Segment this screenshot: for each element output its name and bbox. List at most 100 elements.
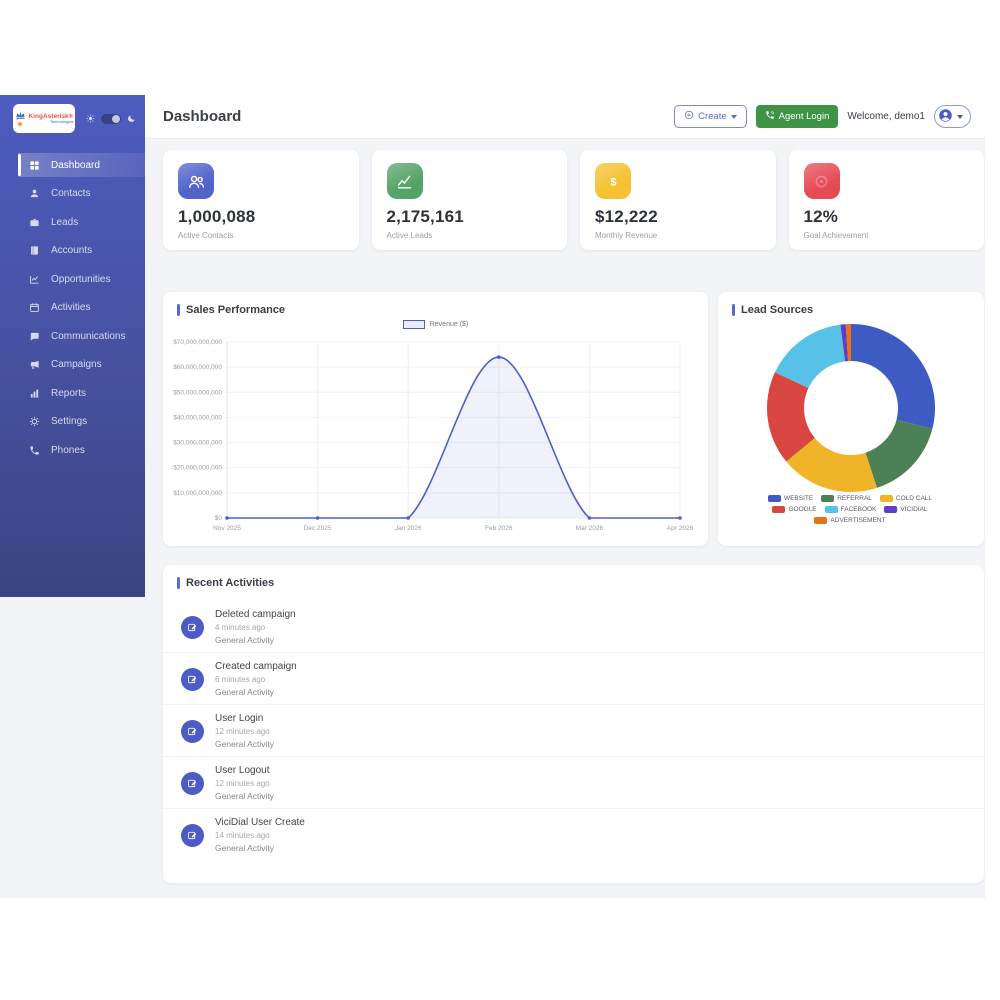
sidebar-item-label: Communications <box>51 331 125 342</box>
sidebar-item-phones[interactable]: Phones <box>18 438 145 462</box>
svg-text:Jan 2026: Jan 2026 <box>395 525 422 532</box>
activity-time: 14 minutes ago <box>215 831 305 840</box>
legend-swatch <box>768 495 781 502</box>
agent-login-label: Agent Login <box>779 111 830 122</box>
donut-legend: WEBSITE REFERRAL COLD CALL GOOGLE FACEBOOK VI… <box>745 495 955 528</box>
recent-activities-title: Recent Activities <box>163 565 984 589</box>
sidebar-item-reports[interactable]: Reports <box>18 381 145 405</box>
activity-row: ViciDial User Create14 minutes agoGenera… <box>163 809 984 860</box>
svg-text:$70,000,000,000: $70,000,000,000 <box>173 339 222 346</box>
note-edit-icon <box>181 668 204 691</box>
sidebar-item-dashboard[interactable]: Dashboard <box>18 153 145 177</box>
megaphone-icon <box>29 359 40 370</box>
activity-title: Deleted campaign <box>215 609 296 620</box>
donut-legend-item-website[interactable]: WEBSITE <box>768 495 813 502</box>
sidebar-item-leads[interactable]: Leads <box>18 210 145 234</box>
sidebar-item-communications[interactable]: Communications <box>18 324 145 348</box>
sidebar-item-campaigns[interactable]: Campaigns <box>18 353 145 377</box>
person-circle-icon <box>938 108 953 126</box>
sidebar-item-label: Contacts <box>51 188 90 199</box>
activity-row: User Logout12 minutes agoGeneral Activit… <box>163 757 984 809</box>
legend-swatch <box>772 506 785 513</box>
stat-value: 12% <box>804 207 970 227</box>
topbar-actions: Create Agent Login Welcome, demo1 <box>674 105 971 128</box>
svg-text:Apr 2026: Apr 2026 <box>667 525 694 532</box>
stat-value: 2,175,161 <box>387 207 553 227</box>
legend-swatch <box>880 495 893 502</box>
donut-slice-referral <box>866 420 933 488</box>
topbar: Dashboard Create Agent Login Welcome, de… <box>145 95 985 139</box>
sidebar-item-label: Accounts <box>51 245 92 256</box>
donut-legend-item-referral[interactable]: REFERRAL <box>821 495 872 502</box>
sidebar-item-label: Settings <box>51 416 87 427</box>
donut-slice-website <box>851 324 935 429</box>
sidebar-item-opportunities[interactable]: Opportunities <box>18 267 145 291</box>
user-icon <box>29 188 40 199</box>
logo-subtitle: Technologies <box>50 120 73 124</box>
activity-time: 6 minutes ago <box>215 675 297 684</box>
donut-legend-item-google[interactable]: GOOGLE <box>772 506 816 513</box>
recent-activities-card: Recent Activities Deleted campaign 4 minu… <box>163 565 984 883</box>
moon-icon <box>127 114 136 123</box>
sidebar-item-accounts[interactable]: Accounts <box>18 239 145 263</box>
create-button-label: Create <box>698 111 727 122</box>
donut-legend-item-vicidial[interactable]: VICIDIAL <box>884 506 927 513</box>
chat-icon <box>29 331 40 342</box>
legend-label: FACEBOOK <box>841 506 877 513</box>
sidebar-item-settings[interactable]: Settings <box>18 410 145 434</box>
sidebar-item-label: Reports <box>51 388 86 399</box>
chart-line-icon <box>387 163 423 199</box>
grid-icon <box>29 160 40 171</box>
legend-label: VICIDIAL <box>900 506 927 513</box>
briefcase-icon <box>29 217 40 228</box>
stat-card-active-contacts: 1,000,088Active Contacts <box>163 150 359 250</box>
users-icon <box>178 163 214 199</box>
create-button[interactable]: Create <box>674 105 747 128</box>
activity-category: General Activity <box>215 739 274 749</box>
agent-login-button[interactable]: Agent Login <box>756 105 839 128</box>
activity-title: Created campaign <box>215 661 297 672</box>
svg-text:Nov 2025: Nov 2025 <box>213 525 241 532</box>
stat-label: Active Contacts <box>178 231 344 240</box>
welcome-text: Welcome, demo1 <box>847 111 925 122</box>
donut-legend-item-cold-call[interactable]: COLD CALL <box>880 495 932 502</box>
user-menu-button[interactable] <box>934 105 971 128</box>
app-logo[interactable]: KingAsterisk® Technologies <box>13 104 75 133</box>
asterisk-icon <box>17 121 23 127</box>
caret-down-icon <box>731 115 737 119</box>
note-edit-icon <box>181 720 204 743</box>
legend-swatch <box>884 506 897 513</box>
sales-performance-card: Sales Performance Revenue ($) $0$10,000,… <box>163 292 708 546</box>
sidebar-item-label: Opportunities <box>51 274 110 285</box>
note-edit-icon <box>181 824 204 847</box>
stat-label: Active Leads <box>387 231 553 240</box>
activity-time: 4 minutes ago <box>215 623 296 632</box>
legend-label: ADVERTISEMENT <box>830 517 885 524</box>
sidebar-nav: Dashboard Contacts Leads Accounts Opportunit… <box>0 153 145 462</box>
chart-line-icon <box>29 274 40 285</box>
note-edit-icon <box>181 616 204 639</box>
legend-swatch <box>814 517 827 524</box>
donut-legend-item-facebook[interactable]: FACEBOOK <box>825 506 877 513</box>
dollar-icon: $ <box>595 163 631 199</box>
sidebar-item-contacts[interactable]: Contacts <box>18 182 145 206</box>
svg-text:$20,000,000,000: $20,000,000,000 <box>173 465 222 472</box>
sidebar-item-label: Activities <box>51 302 90 313</box>
legend-label: WEBSITE <box>784 495 813 502</box>
stat-label: Monthly Revenue <box>595 231 761 240</box>
theme-toggle[interactable] <box>101 114 121 124</box>
sidebar-item-activities[interactable]: Activities <box>18 296 145 320</box>
activity-time: 12 minutes ago <box>215 727 274 736</box>
title-accent <box>732 304 735 316</box>
svg-text:$50,000,000,000: $50,000,000,000 <box>173 389 222 396</box>
legend-label: COLD CALL <box>896 495 932 502</box>
activity-category: General Activity <box>215 687 297 697</box>
sidebar-header: KingAsterisk® Technologies <box>0 95 145 137</box>
sidebar-item-label: Phones <box>51 445 85 456</box>
sidebar-item-label: Campaigns <box>51 359 102 370</box>
svg-text:Mar 2026: Mar 2026 <box>576 525 604 532</box>
legend-label: GOOGLE <box>788 506 816 513</box>
circle-plus-icon <box>684 110 694 123</box>
activity-category: General Activity <box>215 843 305 853</box>
donut-legend-item-advertisement[interactable]: ADVERTISEMENT <box>814 517 885 524</box>
